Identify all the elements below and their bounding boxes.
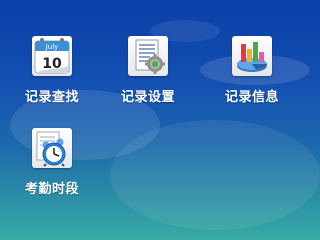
menu-item-label: 记录设置	[120, 90, 175, 105]
menu-item-attendance-period[interactable]: 考勤时段	[10, 128, 94, 197]
menu-item-record-settings[interactable]: 记录设置	[106, 36, 190, 105]
menu-item-label: 记录信息	[224, 90, 279, 105]
calendar-icon: July 10	[32, 36, 72, 76]
calendar-month: July	[45, 43, 59, 51]
document-settings-icon	[128, 36, 168, 76]
chart-info-icon	[232, 36, 272, 76]
background-glow	[110, 120, 320, 230]
menu-item-record-search[interactable]: July 10 记录查找	[10, 36, 94, 105]
menu-item-label: 考勤时段	[24, 182, 79, 197]
menu-item-label: 记录查找	[24, 90, 79, 105]
menu-item-record-info[interactable]: 记录信息	[210, 36, 294, 105]
alarm-clock-icon	[32, 128, 72, 168]
